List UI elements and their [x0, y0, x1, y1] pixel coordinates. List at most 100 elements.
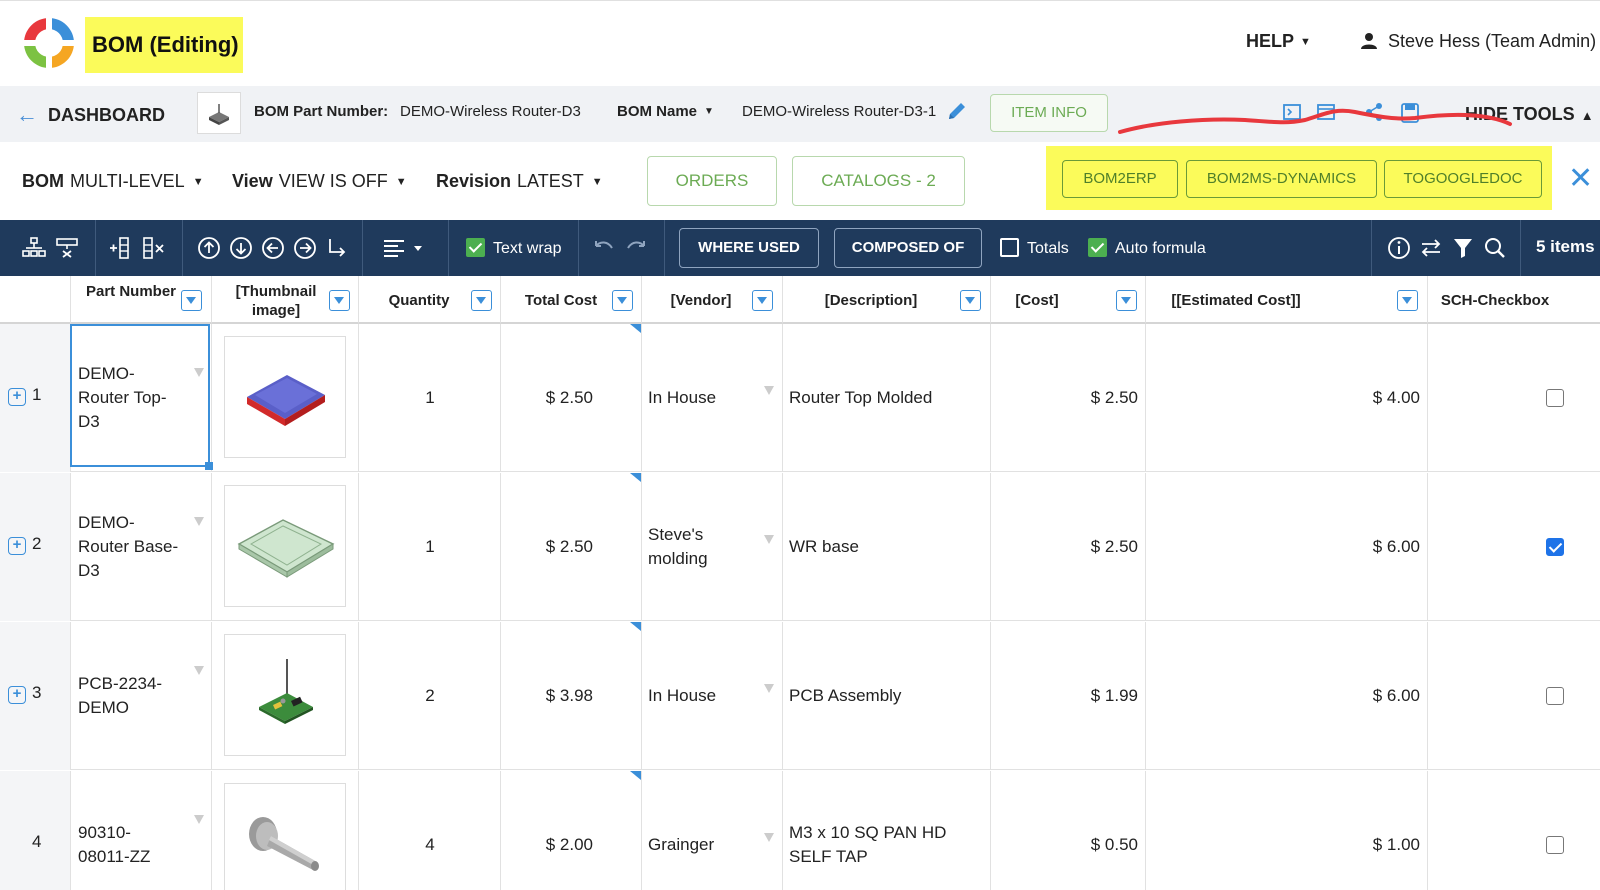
cell-dropdown-icon[interactable] [764, 535, 774, 544]
cell-desc[interactable]: M3 x 10 SQ PAN HD SELF TAP [783, 771, 991, 890]
cell-vendor[interactable]: In House [642, 324, 783, 472]
column-filter-icon[interactable] [329, 290, 350, 311]
bom2ms-dynamics-button[interactable]: BOM2MS-DYNAMICS [1186, 160, 1377, 198]
cell-vendor[interactable]: In House [642, 622, 783, 770]
header-vendor[interactable]: [Vendor] [642, 276, 783, 324]
cell-cost[interactable]: $ 2.50 [991, 473, 1146, 621]
indent-arrow-icon[interactable] [325, 236, 349, 260]
sch-checkbox[interactable] [1546, 836, 1564, 854]
cell-est[interactable]: $ 6.00 [1146, 473, 1428, 621]
cell-part[interactable]: 90310- 08011-ZZ [71, 771, 212, 890]
cell-dropdown-icon[interactable] [194, 368, 204, 377]
thumbnail-image[interactable] [224, 336, 346, 458]
cell-qty[interactable]: 2 [359, 622, 501, 770]
bom2erp-button[interactable]: BOM2ERP [1062, 160, 1178, 198]
text-wrap-toggle[interactable]: Text wrap [466, 238, 561, 258]
column-filter-icon[interactable] [960, 290, 981, 311]
cell-part[interactable]: DEMO- Router Base- D3 [71, 473, 212, 621]
revision-dropdown[interactable]: Revision LATEST ▼ [436, 171, 603, 192]
item-info-button[interactable]: ITEM INFO [990, 94, 1108, 132]
column-filter-icon[interactable] [752, 290, 773, 311]
text-wrap-checkbox[interactable] [466, 238, 485, 257]
cell-sch[interactable] [1428, 771, 1600, 890]
cell-vendor[interactable]: Steve's molding [642, 473, 783, 621]
expand-row-icon[interactable]: + [8, 388, 26, 406]
catalogs-button[interactable]: CATALOGS - 2 [792, 156, 965, 206]
cell-sch[interactable] [1428, 324, 1600, 472]
swap-icon[interactable] [1419, 236, 1443, 260]
table-row[interactable]: +2 DEMO- Router Base- D3 1 $ 2.50 Steve's moldi… [0, 473, 1600, 621]
cell-desc[interactable]: PCB Assembly [783, 622, 991, 770]
column-filter-icon[interactable] [1116, 290, 1137, 311]
insert-column-icon[interactable] [108, 236, 134, 260]
bom-thumbnail[interactable] [197, 92, 241, 134]
togoogledoc-button[interactable]: TOGOOGLEDOC [1384, 160, 1542, 198]
search-icon[interactable] [1483, 236, 1507, 260]
orders-button[interactable]: ORDERS [647, 156, 777, 206]
cell-desc[interactable]: Router Top Molded [783, 324, 991, 472]
cell-thumb[interactable] [212, 771, 359, 890]
cell-dropdown-icon[interactable] [764, 684, 774, 693]
header-estimated-cost[interactable]: [[Estimated Cost]] [1146, 276, 1428, 324]
header-thumbnail[interactable]: [Thumbnail image] [212, 276, 359, 324]
cell-est[interactable]: $ 1.00 [1146, 771, 1428, 890]
cell-qty[interactable]: 1 [359, 324, 501, 472]
cell-thumb[interactable] [212, 324, 359, 472]
cell-dropdown-icon[interactable] [764, 833, 774, 842]
header-total-cost[interactable]: Total Cost [501, 276, 642, 324]
column-filter-icon[interactable] [612, 290, 633, 311]
cell-dropdown-icon[interactable] [764, 386, 774, 395]
cell-total[interactable]: $ 2.50 [501, 324, 642, 472]
close-icon[interactable]: ✕ [1568, 164, 1593, 194]
header-part-number[interactable]: Part Number [71, 276, 212, 324]
redo-icon[interactable] [624, 236, 648, 260]
cell-cost[interactable]: $ 2.50 [991, 324, 1146, 472]
auto-formula-toggle[interactable]: Auto formula [1088, 238, 1206, 258]
cell-total[interactable]: $ 2.00 [501, 771, 642, 890]
composed-of-button[interactable]: COMPOSED OF [834, 228, 982, 268]
sch-checkbox[interactable] [1546, 389, 1564, 407]
auto-formula-checkbox[interactable] [1088, 238, 1107, 257]
arrow-up-circle-icon[interactable] [197, 236, 221, 260]
cell-total[interactable]: $ 2.50 [501, 473, 642, 621]
header-cost[interactable]: [Cost] [991, 276, 1146, 324]
cell-thumb[interactable] [212, 473, 359, 621]
thumbnail-image[interactable] [224, 485, 346, 607]
cell-part[interactable]: DEMO- Router Top- D3 [71, 324, 212, 472]
bom-name-dropdown[interactable]: BOM Name ▼ [617, 103, 714, 120]
delete-column-icon[interactable] [142, 236, 168, 260]
cell-dropdown-icon[interactable] [194, 815, 204, 824]
bom-level-dropdown[interactable]: BOM MULTI-LEVEL ▼ [22, 171, 204, 192]
cell-dropdown-icon[interactable] [194, 666, 204, 675]
thumbnail-image[interactable] [224, 783, 346, 890]
thumbnail-image[interactable] [224, 634, 346, 756]
cell-dropdown-icon[interactable] [194, 517, 204, 526]
undo-icon[interactable] [592, 236, 616, 260]
cell-qty[interactable]: 1 [359, 473, 501, 621]
hierarchy-remove-icon[interactable] [55, 236, 79, 260]
column-filter-icon[interactable] [1397, 290, 1418, 311]
sch-checkbox[interactable] [1546, 538, 1564, 556]
dashboard-link[interactable]: ← DASHBOARD [16, 102, 165, 128]
hierarchy-icon[interactable] [22, 236, 46, 260]
column-filter-icon[interactable] [181, 290, 202, 311]
cell-desc[interactable]: WR base [783, 473, 991, 621]
totals-checkbox[interactable] [1000, 238, 1019, 257]
edit-pencil-icon[interactable] [946, 100, 968, 122]
table-row[interactable]: 4 90310- 08011-ZZ 4 $ 2.00 Grainger M3 x 10 SQ… [0, 771, 1600, 890]
header-quantity[interactable]: Quantity [359, 276, 501, 324]
cell-qty[interactable]: 4 [359, 771, 501, 890]
column-filter-icon[interactable] [471, 290, 492, 311]
arrow-left-circle-icon[interactable] [261, 236, 285, 260]
info-icon[interactable] [1387, 236, 1411, 260]
header-sch-checkbox[interactable]: SCH-Checkbox [1428, 276, 1600, 324]
cell-cost[interactable]: $ 1.99 [991, 622, 1146, 770]
cell-vendor[interactable]: Grainger [642, 771, 783, 890]
cell-sch[interactable] [1428, 622, 1600, 770]
user-menu[interactable]: Steve Hess (Team Admin) [1360, 31, 1596, 52]
arrow-right-circle-icon[interactable] [293, 236, 317, 260]
table-row[interactable]: +1 DEMO- Router Top- D3 1 $ 2.50 In House Route… [0, 324, 1600, 472]
cell-cost[interactable]: $ 0.50 [991, 771, 1146, 890]
filter-icon[interactable] [1451, 236, 1475, 260]
cell-part[interactable]: PCB-2234- DEMO [71, 622, 212, 770]
